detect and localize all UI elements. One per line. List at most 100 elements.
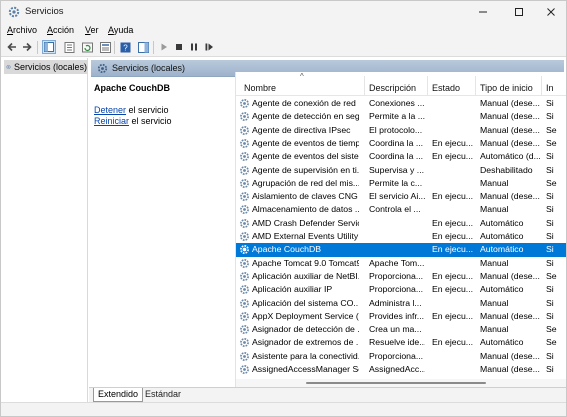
service-description: Permite la c...	[369, 177, 423, 188]
table-row[interactable]: Asignador de detección de ... Crea un ma.…	[236, 323, 566, 336]
service-gear-icon	[240, 325, 249, 335]
service-gear-icon	[240, 152, 249, 162]
service-startup-type: Manual (dese...	[480, 124, 540, 135]
table-row[interactable]: Aplicación del sistema CO... Administra l…	[236, 297, 566, 310]
menu-ayuda[interactable]: Ayuda	[108, 25, 133, 35]
export-list-button[interactable]	[98, 40, 112, 54]
table-row[interactable]: Asistente para la conectivid... Proporcio…	[236, 350, 566, 363]
table-row[interactable]: AppX Deployment Service (... Provides inf…	[236, 310, 566, 323]
service-startup-type: Manual (dese...	[480, 310, 540, 321]
table-row[interactable]: Agente de eventos de tiempo Coordina la .…	[236, 137, 566, 150]
column-header-startup-type[interactable]: Tipo de inicio	[480, 83, 533, 93]
menu-ver[interactable]: Ver	[85, 25, 99, 35]
service-name: AMD External Events Utility	[252, 231, 359, 241]
table-row[interactable]: Asignador de extremos de ... Resuelve ide…	[236, 336, 566, 349]
table-row[interactable]: Agrupación de red del mis... Permite la c…	[236, 177, 566, 190]
service-description: Proporciona...	[369, 350, 424, 361]
pause-service-button[interactable]	[187, 40, 201, 54]
column-divider[interactable]	[364, 76, 365, 96]
tree-item-services-local[interactable]: Servicios (locales)	[4, 60, 87, 74]
stop-service-link[interactable]: Detener	[94, 105, 126, 115]
refresh-button[interactable]	[80, 40, 94, 54]
table-row[interactable]: Apache Tomcat 9.0 Tomcat9 Apache Tom... Ma…	[236, 257, 566, 270]
start-service-button[interactable]	[157, 40, 171, 54]
service-startup-type: Automático	[480, 284, 524, 295]
table-row[interactable]: Aislamiento de claves CNG El servicio Ai.…	[236, 190, 566, 203]
tab-standard[interactable]: Estándar	[141, 388, 185, 402]
close-button[interactable]	[537, 1, 565, 23]
table-row[interactable]: Agente de conexión de red Conexiones ... M…	[236, 97, 566, 110]
restart-service-link[interactable]: Reiniciar	[94, 116, 129, 126]
restart-icon	[205, 43, 213, 51]
properties-button[interactable]	[62, 40, 76, 54]
services-list: ^ Nombre Descripción Estado Tipo de inic…	[235, 72, 566, 387]
menu-accion[interactable]: Acción	[47, 25, 74, 35]
column-header-description[interactable]: Descripción	[369, 83, 416, 93]
stop-service-button[interactable]	[172, 40, 186, 54]
minimize-button[interactable]	[469, 1, 497, 23]
table-row[interactable]: Agente de detección en seg... Permite a l…	[236, 110, 566, 123]
toolbar-separator	[37, 41, 38, 54]
service-logon: Si	[546, 284, 554, 295]
scrollbar-thumb[interactable]	[306, 382, 486, 384]
title-bar[interactable]: Servicios	[1, 1, 566, 23]
service-name: Agente de conexión de red	[252, 98, 356, 108]
action-text: el servicio	[129, 116, 172, 126]
column-divider[interactable]	[475, 76, 476, 96]
tab-extended[interactable]: Extendido	[93, 388, 144, 402]
table-row[interactable]: AMD External Events Utility En ejecu... Au…	[236, 230, 566, 243]
maximize-button[interactable]	[505, 1, 533, 23]
column-header-state[interactable]: Estado	[432, 83, 460, 93]
service-startup-type: Manual	[480, 324, 509, 335]
sort-ascending-icon: ^	[300, 72, 304, 81]
service-name: Aplicación del sistema CO...	[252, 297, 359, 308]
service-startup-type: Automático (d...	[480, 151, 541, 162]
forward-arrow-icon	[23, 42, 32, 52]
table-row[interactable]: Agente de eventos del siste... Coordina l…	[236, 150, 566, 163]
restart-service-action: Reiniciar el servicio	[94, 116, 172, 126]
table-row[interactable]: AssignedAccessManager Se... AssignedAcc..…	[236, 363, 566, 376]
service-startup-type: Manual (dese...	[480, 364, 540, 374]
service-logon: Si	[546, 244, 554, 255]
table-row[interactable]: Aplicación auxiliar de NetBI... Proporcio…	[236, 270, 566, 283]
show-action-pane-button[interactable]	[136, 40, 150, 54]
table-row[interactable]: Almacenamiento de datos ... Controla el .…	[236, 203, 566, 216]
table-row[interactable]: AMD Crash Defender Service En ejecu... Aut…	[236, 217, 566, 230]
column-header-logon[interactable]: In	[546, 83, 554, 93]
show-console-tree-button[interactable]	[42, 40, 56, 54]
back-button[interactable]	[5, 40, 19, 54]
menu-archivo[interactable]: Archivo	[7, 25, 37, 35]
service-logon: Se	[546, 137, 557, 148]
service-description: Apache Tom...	[369, 257, 425, 268]
horizontal-scrollbar[interactable]	[236, 379, 566, 387]
table-row-selected[interactable]: Apache CouchDB En ejecu... Automático Si	[236, 243, 566, 257]
column-header-name[interactable]: Nombre	[244, 83, 276, 93]
service-description: Coordina la ...	[369, 151, 424, 162]
forward-button[interactable]	[20, 40, 34, 54]
table-row[interactable]: Agente de supervisión en ti... Supervisa …	[236, 164, 566, 177]
table-row[interactable]: Agente de directiva IPsec El protocolo...…	[236, 124, 566, 137]
services-gear-icon	[6, 64, 11, 70]
service-logon: Si	[546, 191, 554, 202]
service-description: Conexiones ...	[369, 98, 425, 108]
restart-service-button[interactable]	[202, 40, 216, 54]
service-name: Apache CouchDB	[252, 244, 322, 255]
service-startup-type: Automático	[480, 244, 524, 255]
service-name: Almacenamiento de datos ...	[252, 204, 359, 215]
service-gear-icon	[240, 125, 249, 135]
service-gear-icon	[240, 311, 249, 321]
description-panel: Apache CouchDB Detener el servicio Reini…	[89, 77, 235, 387]
service-description: Coordina la ...	[369, 137, 424, 148]
service-state: En ejecu...	[432, 151, 474, 162]
service-description: Proporciona...	[369, 284, 424, 295]
table-row[interactable]: Aplicación auxiliar IP Proporciona... En e…	[236, 283, 566, 296]
help-button[interactable]: ?	[118, 40, 132, 54]
service-gear-icon	[240, 205, 249, 215]
tree-item-label: Servicios (locales)	[13, 62, 87, 72]
column-divider[interactable]	[541, 76, 542, 96]
service-startup-type: Manual	[480, 257, 509, 268]
column-divider[interactable]	[427, 76, 428, 96]
service-state: En ejecu...	[432, 231, 474, 241]
service-description: El protocolo...	[369, 124, 423, 135]
service-state: En ejecu...	[432, 217, 474, 228]
